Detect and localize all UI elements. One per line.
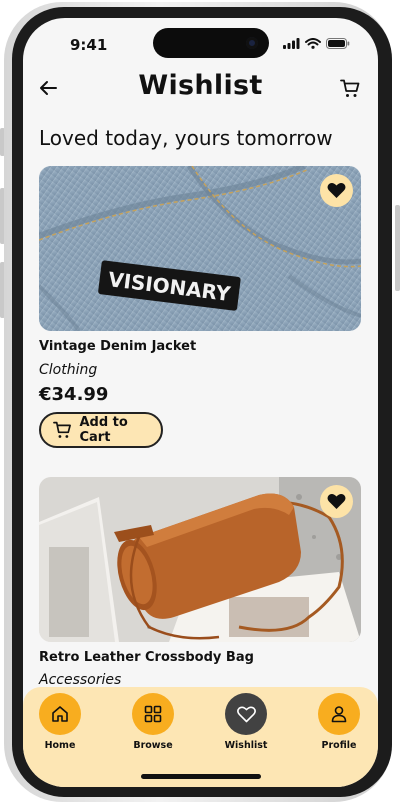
product-category: Accessories xyxy=(39,672,122,688)
nav-browse-circle xyxy=(132,693,174,735)
cart-icon xyxy=(53,421,71,438)
nav-item-profile[interactable]: Profile xyxy=(309,693,369,751)
power-button xyxy=(395,205,400,291)
nav-label: Profile xyxy=(321,740,357,751)
camera-icon xyxy=(246,37,258,49)
nav-label: Browse xyxy=(133,740,173,751)
status-time: 9:41 xyxy=(70,36,108,54)
nav-item-wishlist[interactable]: Wishlist xyxy=(216,693,276,751)
wifi-icon xyxy=(305,38,321,49)
signal-icon xyxy=(283,38,300,49)
home-indicator xyxy=(141,774,261,779)
grid-icon xyxy=(144,705,162,723)
nav-wishlist-circle xyxy=(225,693,267,735)
product-price: €34.99 xyxy=(39,384,109,405)
wishlist-heart-button[interactable] xyxy=(320,485,353,518)
page-title: Wishlist xyxy=(138,70,263,101)
home-icon xyxy=(52,706,68,722)
product-image[interactable] xyxy=(39,477,361,642)
top-bar: Wishlist xyxy=(23,70,378,110)
nav-label: Home xyxy=(44,740,76,751)
battery-icon xyxy=(326,38,350,49)
section-heading: Loved today, yours tomorrow xyxy=(39,126,333,150)
nav-label: Wishlist xyxy=(224,740,268,751)
heart-icon xyxy=(327,183,346,198)
product-image[interactable]: VISIONARY xyxy=(39,166,361,331)
dynamic-island xyxy=(153,28,269,58)
heart-icon xyxy=(236,705,256,722)
cart-button[interactable] xyxy=(340,79,360,102)
user-icon xyxy=(331,706,347,723)
nav-item-browse[interactable]: Browse xyxy=(123,693,183,751)
nav-home-circle xyxy=(39,693,81,735)
add-to-cart-button[interactable]: Add to Cart xyxy=(39,412,163,448)
screen: 9:41 Wishlist Loved today, yours tomorro… xyxy=(23,18,378,787)
cart-icon xyxy=(340,79,360,97)
nav-item-home[interactable]: Home xyxy=(30,693,90,751)
product-name: Vintage Denim Jacket xyxy=(39,339,197,354)
status-icons xyxy=(283,38,350,49)
bottom-nav: Home Browse Wishlist Profile xyxy=(23,687,378,787)
product-category: Clothing xyxy=(39,362,98,378)
leather-bag-photo xyxy=(39,477,361,642)
add-to-cart-label: Add to Cart xyxy=(79,415,128,445)
heart-icon xyxy=(327,494,346,509)
nav-profile-circle xyxy=(318,693,360,735)
product-name: Retro Leather Crossbody Bag xyxy=(39,650,254,665)
denim-jacket-photo: VISIONARY xyxy=(39,166,361,331)
wishlist-heart-button[interactable] xyxy=(320,174,353,207)
